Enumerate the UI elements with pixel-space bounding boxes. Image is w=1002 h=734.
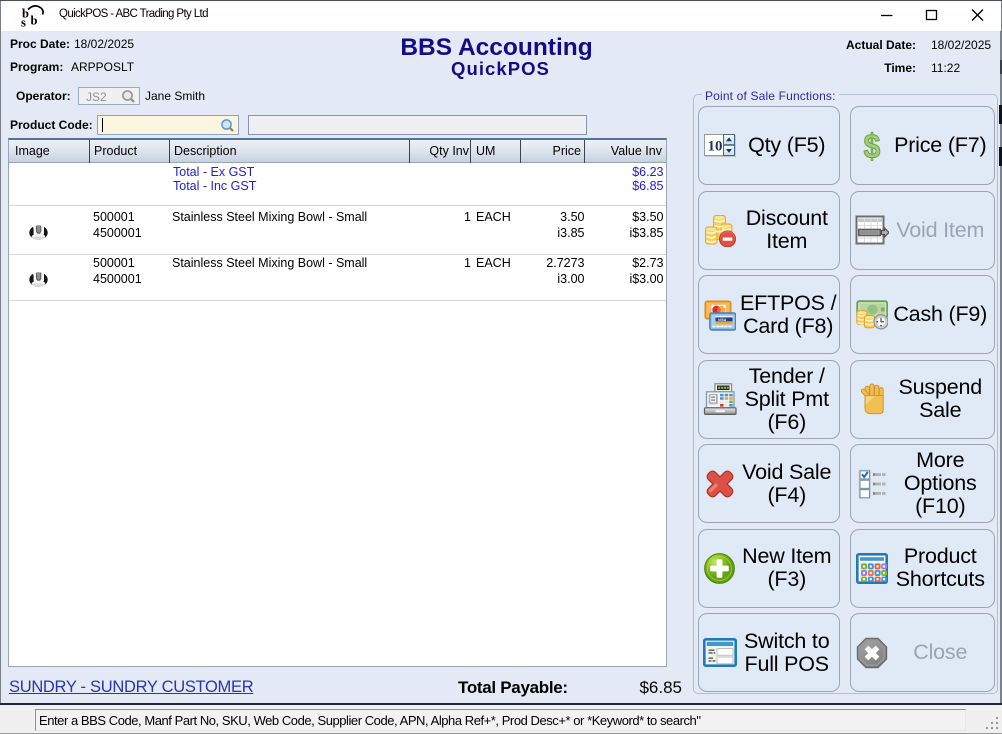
svg-text:$: $ (863, 130, 880, 162)
svg-text:b: b (31, 14, 38, 28)
svg-text:s: s (21, 16, 26, 30)
svg-text:VISA: VISA (718, 318, 727, 322)
svg-text:10: 10 (707, 139, 722, 155)
